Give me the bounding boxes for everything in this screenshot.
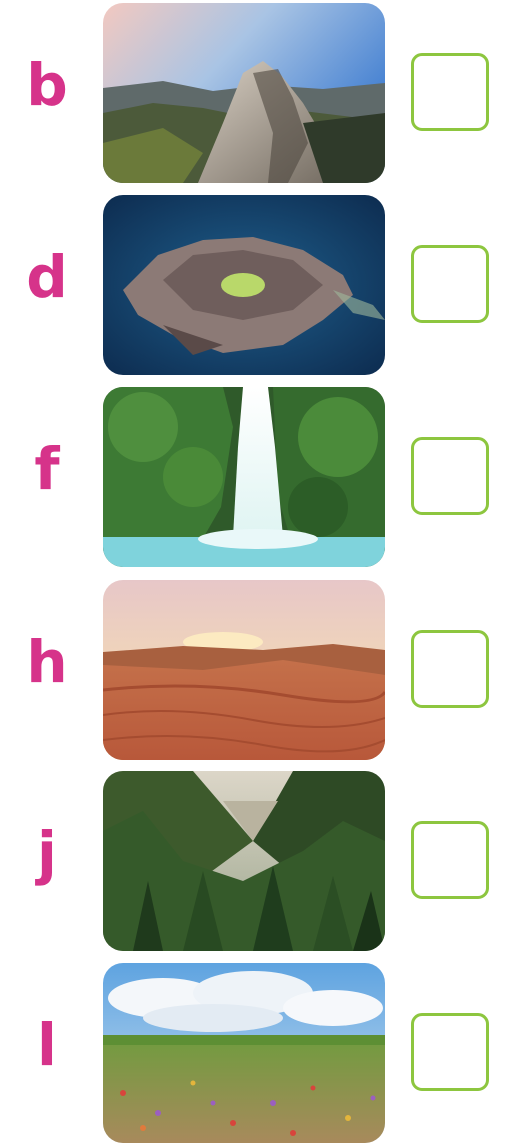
- meadow-field-photo: [103, 963, 385, 1143]
- item-letter: d: [26, 243, 68, 311]
- answer-checkbox[interactable]: [411, 245, 489, 323]
- volcanic-island-photo: [103, 195, 385, 375]
- mountain-peak-photo: [103, 3, 385, 183]
- item-letter: h: [26, 628, 68, 696]
- answer-checkbox[interactable]: [411, 821, 489, 899]
- item-letter: j: [37, 819, 57, 887]
- item-row-l: l: [0, 963, 505, 1143]
- item-row-h: h: [0, 580, 505, 760]
- waterfall-photo: [103, 387, 385, 567]
- desert-dunes-photo: [103, 580, 385, 760]
- item-row-f: f: [0, 387, 505, 567]
- item-row-j: j: [0, 771, 505, 951]
- item-letter: b: [26, 51, 68, 119]
- answer-checkbox[interactable]: [411, 1013, 489, 1091]
- answer-checkbox[interactable]: [411, 53, 489, 131]
- answer-checkbox[interactable]: [411, 437, 489, 515]
- item-letter: f: [34, 435, 60, 503]
- answer-checkbox[interactable]: [411, 630, 489, 708]
- item-row-b: b: [0, 3, 505, 183]
- item-row-d: d: [0, 195, 505, 375]
- forest-valley-photo: [103, 771, 385, 951]
- item-letter: l: [37, 1011, 57, 1079]
